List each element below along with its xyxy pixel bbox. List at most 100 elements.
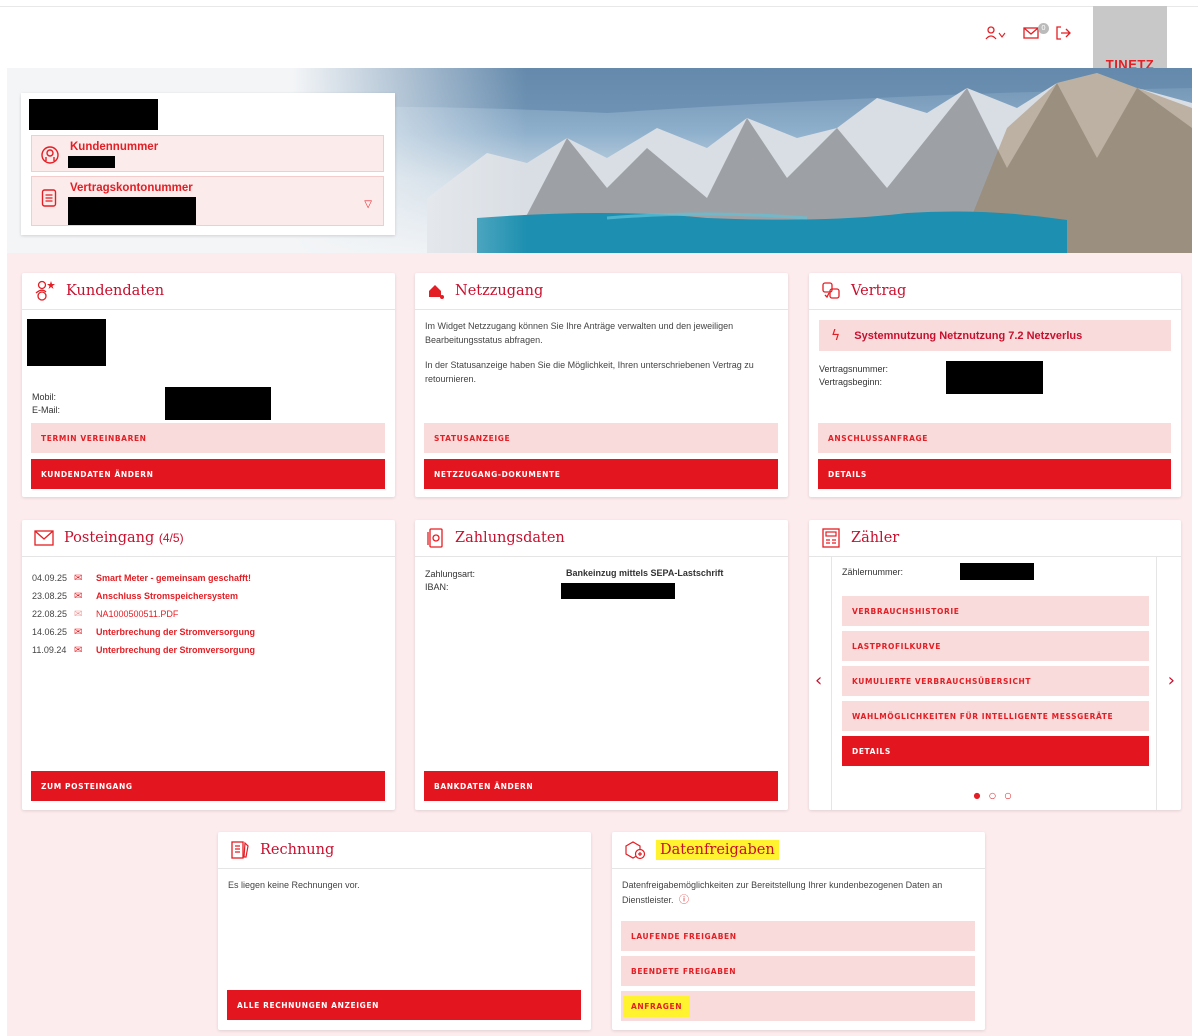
card-title: Posteingang (4/5): [64, 530, 184, 546]
card-title: Netzzugang: [455, 283, 544, 299]
wahlmoeglichkeiten-button[interactable]: WAHLMÖGLICHKEITEN FÜR INTELLIGENTE MESSG…: [842, 701, 1149, 731]
payment-labels: Zahlungsart: IBAN:: [425, 568, 475, 594]
meter-carousel: Zählernummer: VERBRAUCHSHISTORIE LASTPRO…: [831, 557, 1157, 810]
message-item[interactable]: 14.06.25 ✉ Unterbrechung der Stromversorgu…: [32, 623, 385, 641]
redacted-contract-data: [946, 361, 1043, 394]
message-subject[interactable]: Unterbrechung der Stromversorgung: [96, 645, 255, 655]
vertrag-card: Vertrag ϟ Systemnutzung Netznutzung 7.2 …: [809, 273, 1181, 497]
message-date: 04.09.25: [32, 573, 68, 583]
tinetz-logo[interactable]: TINETZ: [1093, 6, 1167, 74]
redacted-meter-number: [960, 563, 1034, 580]
mobile-label: Mobil:: [32, 392, 57, 402]
product-row[interactable]: ϟ Systemnutzung Netznutzung 7.2 Netzverl…: [819, 320, 1171, 351]
message-subject[interactable]: Unterbrechung der Stromversorgung: [96, 627, 255, 637]
zum-posteingang-button[interactable]: ZUM POSTEINGANG: [31, 771, 385, 801]
payment-type-label: Zahlungsart:: [425, 569, 476, 579]
open-envelope-icon: ✉: [74, 608, 83, 620]
data-share-icon: [624, 840, 646, 860]
datenfreigaben-text: Datenfreigabemöglichkeiten zur Bereitste…: [612, 869, 985, 918]
money-icon: [427, 528, 445, 548]
laufende-freigaben-button[interactable]: LAUFENDE FREIGABEN: [621, 921, 975, 951]
anfragen-button[interactable]: ANFRAGEN: [621, 991, 975, 1021]
card-title: Vertrag: [851, 283, 907, 299]
account-card: Kundennummer Vertragskontonummer ▽: [21, 93, 395, 235]
iban-label: IBAN:: [425, 582, 449, 593]
vertrag-details-button[interactable]: DETAILS: [818, 459, 1171, 489]
product-name: Systemnutzung Netznutzung 7.2 Netzverlus: [854, 329, 1083, 342]
logout-icon[interactable]: [1055, 26, 1071, 40]
redacted-name: [29, 99, 158, 130]
message-subject[interactable]: Anschluss Stromspeichersystem: [96, 591, 238, 601]
carousel-prev-button[interactable]: ‹: [815, 670, 822, 691]
contract-icon: [821, 281, 841, 301]
contract-account-dropdown[interactable]: Vertragskontonummer ▽: [31, 176, 384, 226]
posteingang-title: Posteingang: [64, 530, 155, 546]
zaehler-header: Zähler: [809, 520, 1181, 557]
payment-type-value: Bankeinzug mittels SEPA-Lastschrift: [566, 568, 724, 578]
card-title: Datenfreigaben: [656, 840, 779, 860]
rechnung-text: Es liegen keine Rechnungen vor.: [228, 880, 360, 890]
statusanzeige-button[interactable]: STATUSANZEIGE: [424, 423, 778, 453]
envelope-icon: [34, 530, 54, 546]
lightning-icon: ϟ: [831, 327, 841, 344]
netzzugang-paragraph-2: In der Statusanzeige haben Sie die Mögli…: [425, 360, 754, 384]
message-item[interactable]: 23.08.25 ✉ Anschluss Stromspeichersystem: [32, 587, 385, 605]
message-subject[interactable]: NA1000500511.PDF: [96, 609, 178, 619]
datenfreigaben-header: Datenfreigaben: [612, 832, 985, 869]
meter-number-label: Zählernummer:: [842, 567, 904, 577]
info-icon[interactable]: ⓘ: [679, 895, 689, 906]
verbrauchshistorie-button[interactable]: VERBRAUCHSHISTORIE: [842, 596, 1149, 626]
anschlussanfrage-button[interactable]: ANSCHLUSSANFRAGE: [818, 423, 1171, 453]
beendete-freigaben-button[interactable]: BEENDETE FREIGABEN: [621, 956, 975, 986]
netzzugang-dokumente-button[interactable]: NETZZUGANG-DOKUMENTE: [424, 459, 778, 489]
posteingang-count: (4/5): [158, 531, 184, 545]
datenfreigaben-card: Datenfreigaben Datenfreigabemöglichkeite…: [612, 832, 985, 1030]
termin-vereinbaren-button[interactable]: TERMIN VEREINBAREN: [31, 423, 385, 453]
invoice-icon: [230, 840, 250, 860]
lastprofilkurve-button[interactable]: LASTPROFILKURVE: [842, 631, 1149, 661]
house-plug-icon: [427, 282, 445, 300]
zahlungsdaten-header: Zahlungsdaten: [415, 520, 788, 557]
carousel-next-button[interactable]: ›: [1168, 670, 1175, 691]
bankdaten-aendern-button[interactable]: BANKDATEN ÄNDERN: [424, 771, 778, 801]
customer-number-label: Kundennummer: [70, 141, 159, 153]
message-item[interactable]: 04.09.25 ✉ Smart Meter - gemeinsam geschaf…: [32, 569, 385, 587]
message-subject[interactable]: Smart Meter - gemeinsam geschafft!: [96, 573, 251, 583]
kumulierte-verbrauchsuebersicht-button[interactable]: KUMULIERTE VERBRAUCHSÜBERSICHT: [842, 666, 1149, 696]
redacted-customer-number: [68, 156, 115, 168]
mail-icon[interactable]: 0: [1023, 23, 1049, 39]
datenfreigaben-description: Datenfreigabemöglichkeiten zur Bereitste…: [622, 880, 943, 905]
posteingang-header: Posteingang (4/5): [22, 520, 395, 557]
rechnung-header: Rechnung: [218, 832, 591, 869]
customer-data-icon: [34, 280, 56, 302]
contract-labels: Vertragsnummer: Vertragsbeginn:: [819, 363, 888, 389]
carousel-dots[interactable]: ● ○ ○: [832, 791, 1156, 800]
chevron-down-icon[interactable]: ▽: [364, 199, 372, 210]
anfragen-label: ANFRAGEN: [623, 995, 691, 1017]
alle-rechnungen-button[interactable]: ALLE RECHNUNGEN ANZEIGEN: [227, 990, 581, 1020]
kundendaten-aendern-button[interactable]: KUNDENDATEN ÄNDERN: [31, 459, 385, 489]
customer-number-row: Kundennummer: [31, 135, 384, 172]
document-icon: [41, 189, 57, 211]
message-item[interactable]: 11.09.24 ✉ Unterbrechung der Stromversorgu…: [32, 641, 385, 659]
contract-number-label: Vertragsnummer:: [819, 364, 889, 374]
header-icons: 0: [985, 23, 1071, 40]
contact-labels: Mobil: E-Mail:: [32, 391, 60, 417]
customer-icon: [41, 146, 59, 168]
message-date: 14.06.25: [32, 627, 68, 637]
posteingang-card: Posteingang (4/5) 04.09.25 ✉ Smart Meter -…: [22, 520, 395, 810]
card-title: Kundendaten: [66, 283, 165, 299]
message-date: 22.08.25: [32, 609, 68, 619]
redacted-customer-name: [27, 319, 106, 366]
netzzugang-header: Netzzugang: [415, 273, 788, 310]
card-title: Rechnung: [260, 842, 335, 858]
message-date: 11.09.24: [32, 645, 67, 655]
netzzugang-card: Netzzugang Im Widget Netzzugang können S…: [415, 273, 788, 497]
message-date: 23.08.25: [32, 591, 68, 601]
message-item[interactable]: 22.08.25 ✉ NA1000500511.PDF: [32, 605, 385, 623]
user-menu-icon[interactable]: [985, 26, 1007, 40]
redacted-contact: [165, 387, 271, 420]
zahlungsdaten-card: Zahlungsdaten Zahlungsart: IBAN: Bankein…: [415, 520, 788, 810]
zaehler-details-button[interactable]: DETAILS: [842, 736, 1149, 766]
envelope-icon: ✉: [74, 590, 83, 602]
